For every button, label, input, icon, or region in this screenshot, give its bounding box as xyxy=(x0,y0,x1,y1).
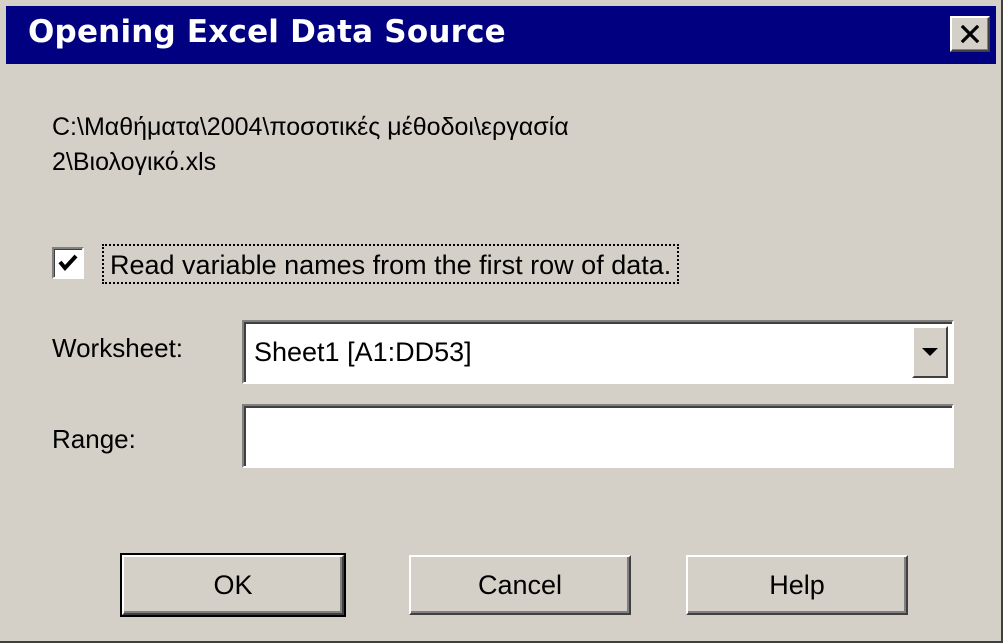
range-label: Range: xyxy=(52,424,136,454)
checkmark-icon xyxy=(58,254,78,272)
ok-button[interactable]: OK xyxy=(120,553,346,617)
cancel-button[interactable]: Cancel xyxy=(409,555,631,615)
file-path: C:\Μαθήματα\2004\ποσοτικές μέθοδοι\εργασ… xyxy=(52,110,569,180)
worksheet-label: Worksheet: xyxy=(52,333,184,363)
window-title: Opening Excel Data Source xyxy=(28,14,506,50)
title-bar[interactable]: Opening Excel Data Source xyxy=(6,6,996,64)
worksheet-selected-value: Sheet1 [A1:DD53] xyxy=(254,337,472,367)
read-names-checkbox[interactable] xyxy=(52,247,84,279)
close-icon xyxy=(960,25,980,43)
chevron-down-icon xyxy=(922,348,938,356)
worksheet-dropdown-button[interactable] xyxy=(912,326,948,378)
range-input[interactable] xyxy=(242,404,954,468)
file-path-line-1: C:\Μαθήματα\2004\ποσοτικές μέθοδοι\εργασ… xyxy=(52,113,569,141)
dialog-window: Opening Excel Data Source C:\Μαθήματα\20… xyxy=(0,0,1003,643)
help-button[interactable]: Help xyxy=(686,555,908,615)
worksheet-select[interactable]: Sheet1 [A1:DD53] xyxy=(242,320,954,384)
read-names-label[interactable]: Read variable names from the first row o… xyxy=(102,244,680,284)
close-button[interactable] xyxy=(950,16,990,52)
file-path-line-2: 2\Βιολογικό.xls xyxy=(52,148,217,176)
